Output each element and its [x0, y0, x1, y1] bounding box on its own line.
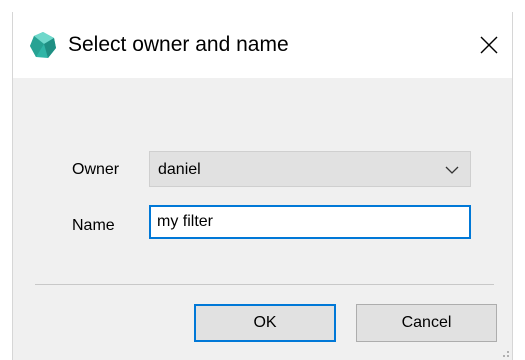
name-label: Name	[72, 217, 115, 234]
name-input[interactable]	[149, 205, 471, 239]
title-bar: Select owner and name	[13, 12, 512, 78]
cancel-button[interactable]: Cancel	[356, 304, 497, 342]
divider	[35, 284, 494, 285]
owner-selected-value: daniel	[158, 161, 201, 178]
owner-dropdown[interactable]: daniel	[149, 151, 471, 187]
teal-gem-icon	[30, 32, 56, 58]
resize-grip-icon[interactable]	[498, 346, 510, 358]
close-icon	[480, 36, 498, 54]
dialog-title: Select owner and name	[68, 33, 289, 56]
select-owner-dialog: Select owner and name Owner daniel Name …	[12, 12, 513, 360]
close-button[interactable]	[466, 12, 512, 78]
owner-label: Owner	[72, 161, 120, 178]
chevron-down-icon	[445, 166, 459, 174]
ok-button[interactable]: OK	[194, 304, 336, 342]
